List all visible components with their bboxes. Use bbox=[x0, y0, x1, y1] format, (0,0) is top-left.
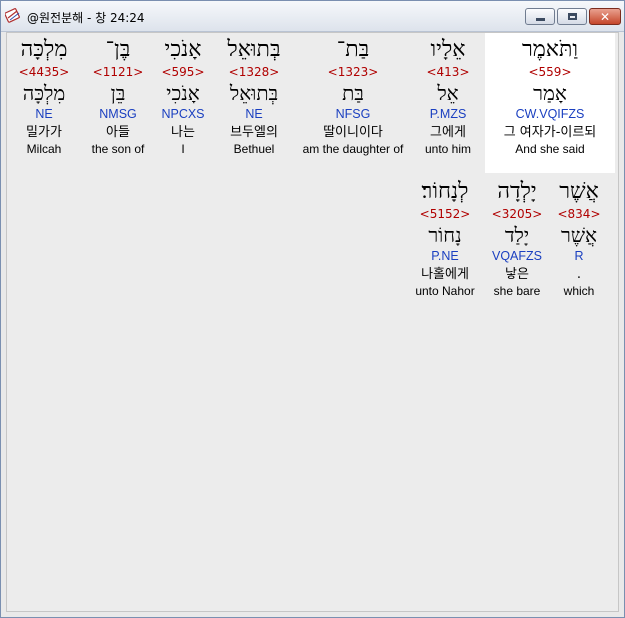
korean-gloss: 아들 bbox=[106, 125, 130, 140]
minimize-icon bbox=[535, 18, 545, 21]
hebrew-root: אֵל bbox=[437, 81, 459, 105]
strong-number[interactable]: <834> bbox=[551, 207, 607, 223]
hebrew-word: אֵלָיו bbox=[430, 37, 466, 62]
morphology-code[interactable]: P.NE bbox=[409, 249, 481, 267]
strong-number[interactable]: <4435> bbox=[11, 65, 77, 81]
word-card[interactable]: בַּת־ <1323> בַּת NFSG 딸이니이다 am the daug… bbox=[295, 37, 411, 156]
english-gloss: Milcah bbox=[26, 142, 62, 156]
close-icon: ✕ bbox=[599, 9, 611, 24]
maximize-icon bbox=[567, 13, 577, 20]
morphology-code[interactable]: NMSG bbox=[85, 107, 151, 125]
english-gloss: Bethuel bbox=[233, 142, 275, 156]
strong-number[interactable]: <5152> bbox=[409, 207, 481, 223]
korean-gloss: 브두엘의 bbox=[230, 125, 278, 140]
bible-app-icon bbox=[5, 8, 20, 23]
word-card[interactable]: יָלְדָה <3205> יָלַד VQAFZS 낳은 she bare bbox=[485, 179, 549, 298]
hebrew-word: אָנֹכִי bbox=[164, 37, 202, 62]
strong-number[interactable]: <595> bbox=[155, 65, 211, 81]
english-gloss: unto Nahor bbox=[415, 284, 475, 298]
korean-gloss: 나는 bbox=[171, 125, 195, 140]
hebrew-root: יָלַד bbox=[504, 223, 530, 247]
strong-number[interactable]: <559> bbox=[485, 65, 615, 81]
korean-gloss: 나홀에게 bbox=[421, 267, 469, 282]
english-gloss: she bare bbox=[493, 284, 541, 298]
morphology-code[interactable]: VQAFZS bbox=[485, 249, 549, 267]
title-bar[interactable]: @원전분해 - 창 24:24 ✕ bbox=[1, 1, 624, 32]
word-card[interactable]: אֵלָיו <413> אֵל P.MZS 그에게 unto him bbox=[415, 37, 481, 156]
english-gloss: the son of bbox=[91, 142, 145, 156]
word-card[interactable]: לְנָחוֹר׃ <5152> נָחוֹר P.NE 나홀에게 unto N… bbox=[409, 179, 481, 298]
hebrew-word: בַּת־ bbox=[336, 37, 370, 62]
morphology-code[interactable]: P.MZS bbox=[415, 107, 481, 125]
strong-number[interactable]: <1323> bbox=[295, 65, 411, 81]
hebrew-root: אֲשֶׁר bbox=[561, 223, 597, 247]
word-card[interactable]: מִלְכָּה <4435> מִלְכָּה NE 밀가가 Milcah bbox=[11, 37, 77, 156]
word-card[interactable]: בֶּן־ <1121> בֵּן NMSG 아들 the son of bbox=[85, 37, 151, 156]
hebrew-word: וַתֹּאמֶר bbox=[521, 37, 579, 62]
hebrew-root: אָמַר bbox=[533, 81, 567, 105]
minimize-button[interactable] bbox=[525, 8, 555, 25]
hebrew-root: נָחוֹר bbox=[428, 223, 462, 247]
morphology-code[interactable]: NE bbox=[11, 107, 77, 125]
morphology-code[interactable]: NFSG bbox=[295, 107, 411, 125]
maximize-button[interactable] bbox=[557, 8, 587, 25]
strong-number[interactable]: <3205> bbox=[485, 207, 549, 223]
hebrew-word: אֲשֶׁר bbox=[559, 179, 599, 204]
hebrew-word: בְּתוּאֵל bbox=[227, 37, 281, 62]
word-card[interactable]: אֲשֶׁר <834> אֲשֶׁר R . which bbox=[551, 179, 607, 298]
strong-number[interactable]: <1121> bbox=[85, 65, 151, 81]
strong-number[interactable]: <413> bbox=[415, 65, 481, 81]
verse-analysis-panel: וַתֹּאמֶר <559> אָמַר CW.VQIFZS 그 여자가-이르… bbox=[6, 32, 619, 612]
english-gloss: I bbox=[181, 142, 185, 156]
word-card[interactable]: בְּתוּאֵל <1328> בְּתוּאֵל NE 브두엘의 Bethu… bbox=[219, 37, 289, 156]
hebrew-word: יָלְדָה bbox=[497, 179, 537, 204]
hebrew-root: מִלְכָּה bbox=[22, 81, 66, 105]
hebrew-word: מִלְכָּה bbox=[20, 37, 68, 62]
korean-gloss: 그 여자가-이르되 bbox=[503, 125, 597, 140]
morphology-code[interactable]: NPCXS bbox=[155, 107, 211, 125]
word-card[interactable]: וַתֹּאמֶר <559> אָמַר CW.VQIFZS 그 여자가-이르… bbox=[485, 37, 615, 156]
english-gloss: which bbox=[563, 284, 595, 298]
hebrew-root: אָנֹכִי bbox=[166, 81, 200, 105]
morphology-code[interactable]: R bbox=[551, 249, 607, 267]
word-card[interactable]: אָנֹכִי <595> אָנֹכִי NPCXS 나는 I bbox=[155, 37, 211, 156]
morphology-code[interactable]: CW.VQIFZS bbox=[485, 107, 615, 125]
morphology-code[interactable]: NE bbox=[219, 107, 289, 125]
korean-gloss: 그에게 bbox=[430, 125, 466, 140]
korean-gloss: 딸이니이다 bbox=[323, 125, 383, 140]
english-gloss: And she said bbox=[515, 142, 585, 156]
hebrew-root: בְּתוּאֵל bbox=[229, 81, 279, 105]
english-gloss: am the daughter of bbox=[302, 142, 404, 156]
korean-gloss: 밀가가 bbox=[26, 125, 62, 140]
hebrew-word: לְנָחוֹר׃ bbox=[421, 179, 469, 204]
hebrew-root: בֵּן bbox=[110, 81, 126, 105]
close-button[interactable]: ✕ bbox=[589, 8, 621, 25]
korean-gloss: . bbox=[576, 267, 582, 282]
app-window: @원전분해 - 창 24:24 ✕ וַתֹּאמֶר <559> אָמַר … bbox=[0, 0, 625, 618]
hebrew-root: בַּת bbox=[342, 81, 364, 105]
window-title: @원전분해 - 창 24:24 bbox=[27, 11, 145, 25]
korean-gloss: 낳은 bbox=[505, 267, 529, 282]
english-gloss: unto him bbox=[424, 142, 472, 156]
hebrew-word: בֶּן־ bbox=[105, 37, 131, 62]
strong-number[interactable]: <1328> bbox=[219, 65, 289, 81]
